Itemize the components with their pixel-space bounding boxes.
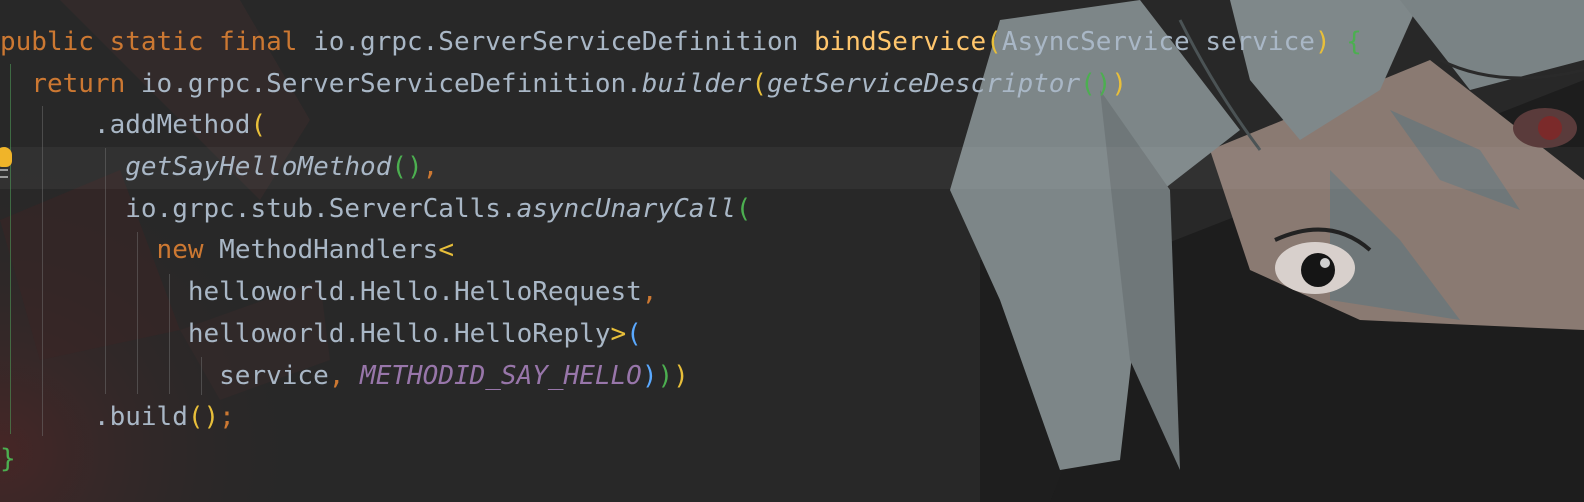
code-token: (): [391, 152, 423, 183]
code-token: return: [31, 68, 141, 99]
code-token: (): [187, 402, 220, 433]
code-token: ): [657, 360, 674, 391]
code-token: ): [673, 360, 689, 391]
code-token: getServiceDescriptor: [767, 68, 1081, 99]
code-token: (: [735, 193, 752, 224]
code-line[interactable]: .build();: [0, 397, 1362, 439]
code-token: ;: [219, 402, 235, 433]
code-token: getSayHelloMethod: [125, 152, 392, 183]
code-line[interactable]: service, METHODID_SAY_HELLO))): [0, 356, 1362, 398]
code-token: io.grpc.stub.ServerCalls.: [125, 193, 517, 224]
code-token: ): [641, 360, 658, 391]
code-token: (: [626, 318, 642, 349]
code-token: service: [219, 360, 329, 391]
code-token: public static final: [0, 27, 314, 57]
code-token: ): [1314, 27, 1347, 57]
code-token: <: [438, 235, 454, 266]
code-line[interactable]: helloworld.Hello.HelloRequest,: [0, 272, 1362, 314]
code-line[interactable]: new MethodHandlers<: [0, 230, 1362, 272]
code-token: asyncUnaryCall: [516, 193, 736, 224]
code-token: (: [751, 68, 768, 99]
code-token: (: [986, 27, 1002, 57]
code-token: .addMethod: [93, 110, 251, 141]
code-editor[interactable]: public static final io.grpc.ServerServic…: [0, 0, 1584, 502]
code-token: .build: [93, 402, 188, 433]
code-token: ,: [422, 152, 439, 183]
code-line[interactable]: getSayHelloMethod(),: [0, 147, 1362, 189]
code-token: bindService: [813, 27, 987, 57]
code-token: builder: [641, 68, 752, 99]
code-token: helloworld.Hello.HelloReply: [187, 318, 611, 349]
code-text[interactable]: public static final io.grpc.ServerServic…: [0, 22, 1362, 481]
code-token: ,: [328, 360, 361, 391]
code-token: new: [156, 235, 220, 266]
code-token: ): [1111, 68, 1128, 99]
code-line[interactable]: helloworld.Hello.HelloReply>(: [0, 314, 1362, 356]
code-token: AsyncService service: [1001, 27, 1315, 57]
code-token: io.grpc.ServerServiceDefinition: [313, 27, 814, 57]
code-token: >: [610, 318, 627, 349]
code-line[interactable]: }: [0, 439, 1362, 481]
code-token: (: [250, 110, 267, 141]
code-line[interactable]: .addMethod(: [0, 105, 1362, 147]
code-token: helloworld.Hello.HelloRequest: [187, 277, 642, 308]
code-token: }: [0, 443, 16, 474]
code-token: ,: [641, 277, 658, 308]
code-token: METHODID_SAY_HELLO: [360, 360, 642, 391]
code-token: io.grpc.ServerServiceDefinition.: [140, 68, 642, 99]
code-token: {: [1346, 27, 1362, 57]
code-line[interactable]: io.grpc.stub.ServerCalls.asyncUnaryCall(: [0, 189, 1362, 231]
code-token: (): [1080, 68, 1112, 99]
code-line[interactable]: return io.grpc.ServerServiceDefinition.b…: [0, 64, 1362, 106]
code-token: MethodHandlers: [219, 235, 439, 266]
code-line[interactable]: public static final io.grpc.ServerServic…: [0, 22, 1362, 64]
